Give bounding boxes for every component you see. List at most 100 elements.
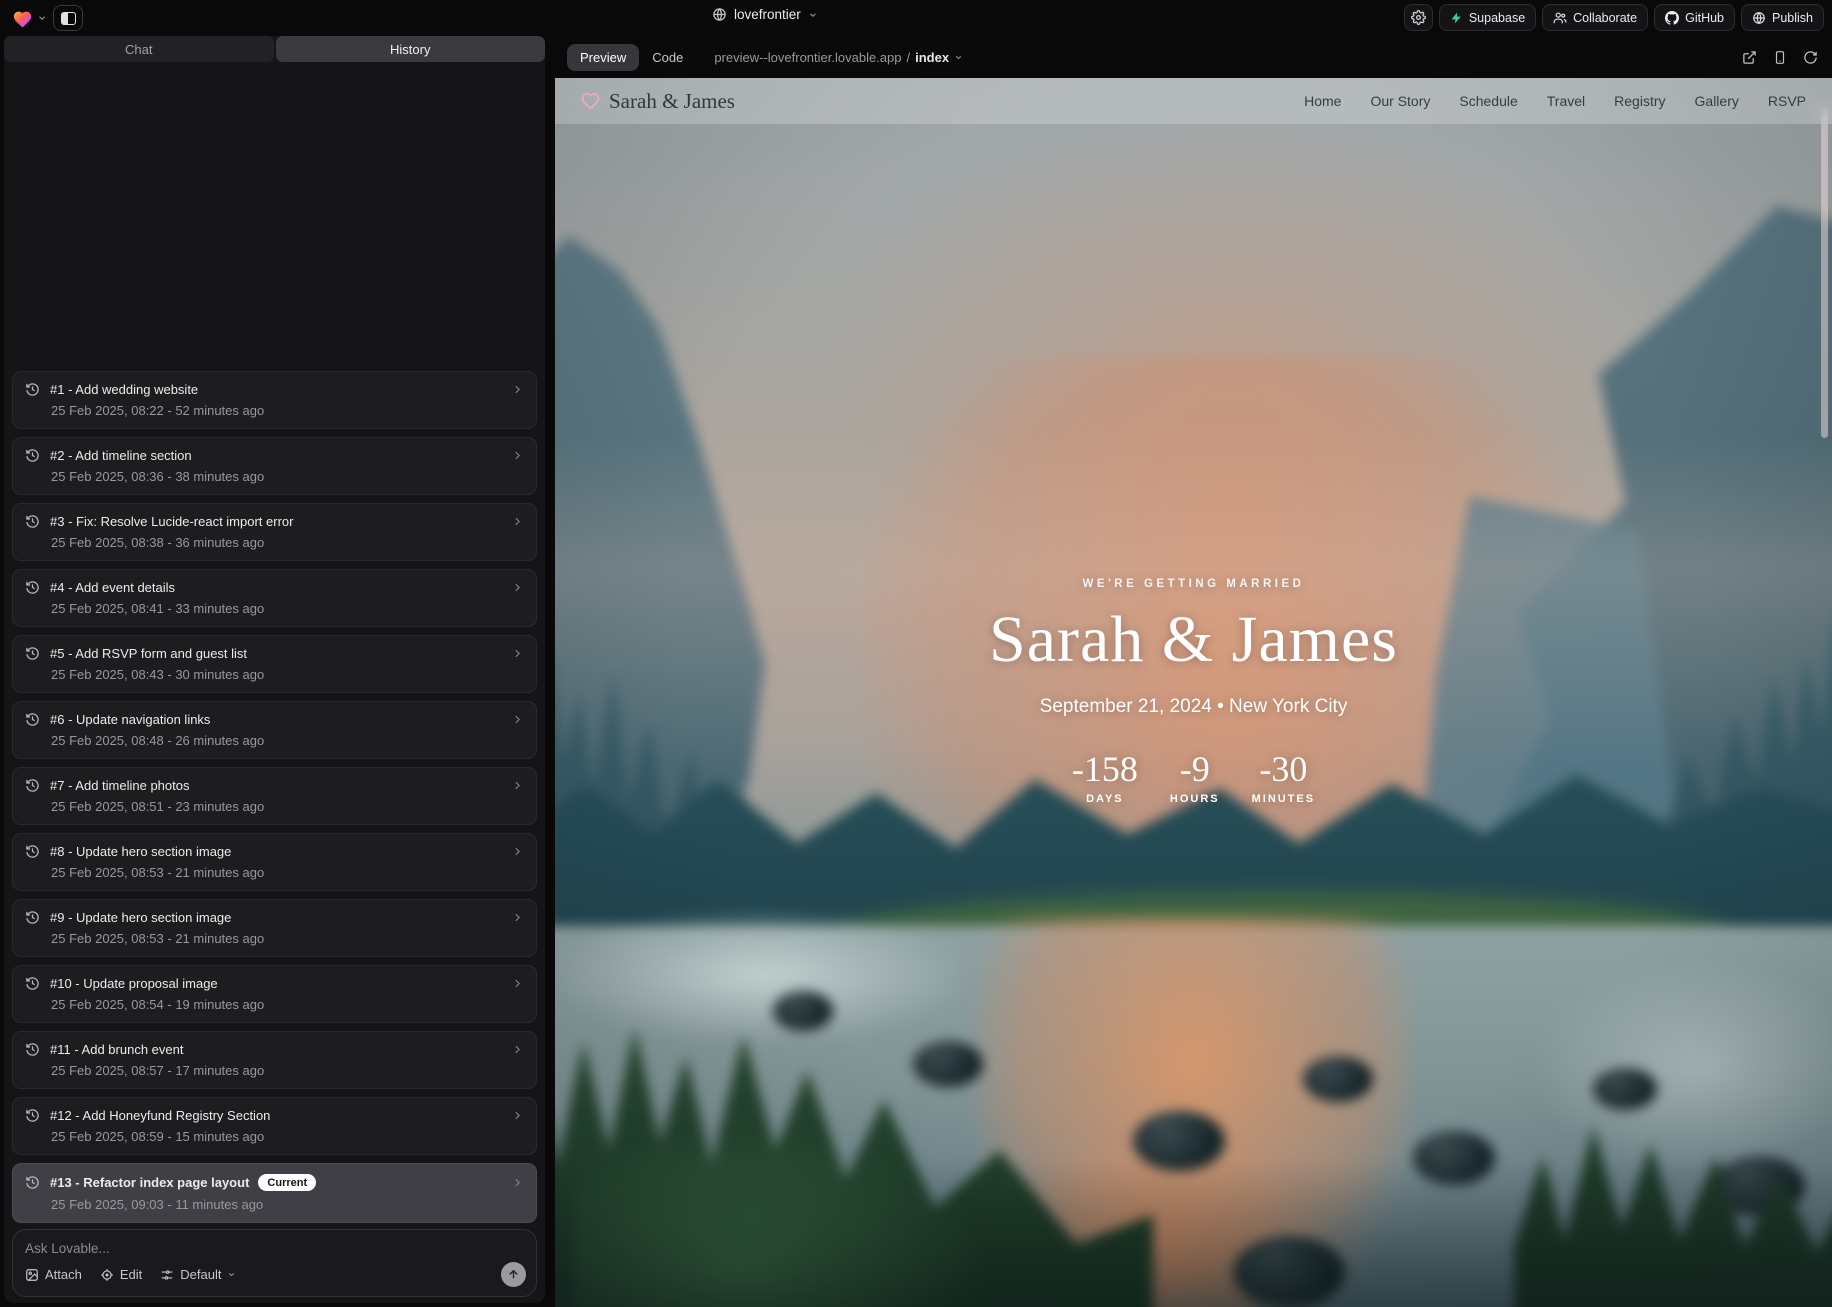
site-nav-rsvp[interactable]: RSVP	[1768, 93, 1806, 109]
history-list-item[interactable]: #7 - Add timeline photos 25 Feb 2025, 08…	[12, 767, 537, 825]
tab-history[interactable]: History	[276, 36, 546, 62]
history-list-item[interactable]: #4 - Add event details 25 Feb 2025, 08:4…	[12, 569, 537, 627]
history-icon	[25, 844, 40, 859]
external-link-icon	[1742, 50, 1757, 65]
preview-scrollbar-thumb[interactable]	[1821, 108, 1828, 438]
history-item-title: #8 - Update hero section image	[50, 844, 231, 859]
history-icon	[25, 382, 40, 397]
hero-date-location: September 21, 2024 • New York City	[555, 696, 1832, 718]
history-icon	[25, 448, 40, 463]
tab-code[interactable]: Code	[639, 44, 696, 71]
history-list-item[interactable]: #1 - Add wedding website 25 Feb 2025, 08…	[12, 371, 537, 429]
image-icon	[25, 1268, 39, 1282]
history-list-item[interactable]: #12 - Add Honeyfund Registry Section 25 …	[12, 1097, 537, 1155]
preview-url[interactable]: preview--lovefrontier.lovable.app / inde…	[714, 50, 963, 65]
history-icon	[25, 1042, 40, 1057]
history-list-item[interactable]: #11 - Add brunch event 25 Feb 2025, 08:5…	[12, 1031, 537, 1089]
site-nav-registry[interactable]: Registry	[1614, 93, 1665, 109]
site-nav-our-story[interactable]: Our Story	[1370, 93, 1430, 109]
supabase-icon	[1450, 11, 1463, 25]
collaborate-button[interactable]: Collaborate	[1542, 4, 1648, 31]
history-item-title: #10 - Update proposal image	[50, 976, 218, 991]
history-icon	[25, 1108, 40, 1123]
mode-selector[interactable]: Default	[160, 1267, 236, 1282]
supabase-button[interactable]: Supabase	[1439, 4, 1536, 31]
history-item-timestamp: 25 Feb 2025, 08:36 - 38 minutes ago	[51, 469, 524, 484]
site-header: Sarah & James Home Our Story Schedule Trave…	[555, 78, 1832, 124]
history-list-item[interactable]: #10 - Update proposal image 25 Feb 2025,…	[12, 965, 537, 1023]
open-external-button[interactable]	[1742, 50, 1757, 65]
top-bar: lovefrontier Supabase Collaborate	[0, 0, 1832, 36]
refresh-button[interactable]	[1803, 50, 1818, 65]
history-list-item[interactable]: #3 - Fix: Resolve Lucide-react import er…	[12, 503, 537, 561]
countdown-label: DAYS	[1072, 793, 1138, 805]
history-item-timestamp: 25 Feb 2025, 08:53 - 21 minutes ago	[51, 865, 524, 880]
lovable-logo-button[interactable]	[12, 9, 47, 28]
tab-chat[interactable]: Chat	[4, 36, 274, 62]
sidebar-toggle-button[interactable]	[53, 5, 83, 31]
send-button[interactable]	[501, 1262, 526, 1287]
site-preview-frame: Sarah & James Home Our Story Schedule Trave…	[555, 78, 1832, 1307]
lovable-heart-icon	[12, 9, 33, 28]
gear-icon	[1411, 10, 1426, 25]
history-list-item[interactable]: #5 - Add RSVP form and guest list 25 Feb…	[12, 635, 537, 693]
chevron-right-icon	[511, 713, 524, 726]
history-item-timestamp: 25 Feb 2025, 08:43 - 30 minutes ago	[51, 667, 524, 682]
chevron-right-icon	[511, 779, 524, 792]
history-item-title: #3 - Fix: Resolve Lucide-react import er…	[50, 514, 293, 529]
attach-label: Attach	[45, 1267, 82, 1282]
history-icon	[25, 646, 40, 661]
countdown-value: -9	[1170, 748, 1220, 790]
chevron-right-icon	[511, 845, 524, 858]
chevron-down-icon	[954, 53, 963, 62]
chevron-right-icon	[511, 1043, 524, 1056]
site-logo[interactable]: Sarah & James	[581, 89, 735, 114]
history-list: #1 - Add wedding website 25 Feb 2025, 08…	[12, 371, 537, 1223]
chevron-right-icon	[511, 911, 524, 924]
globe-icon	[1752, 11, 1766, 25]
chevron-right-icon	[511, 1109, 524, 1122]
attach-button[interactable]: Attach	[25, 1267, 82, 1282]
history-list-item[interactable]: #9 - Update hero section image 25 Feb 20…	[12, 899, 537, 957]
history-item-timestamp: 25 Feb 2025, 08:51 - 23 minutes ago	[51, 799, 524, 814]
chevron-down-icon	[227, 1270, 236, 1279]
sidebar-tabs: Chat History	[4, 36, 545, 62]
history-item-title: #6 - Update navigation links	[50, 712, 210, 727]
publish-button[interactable]: Publish	[1741, 4, 1824, 31]
preview-toolbar: Preview Code preview--lovefrontier.lovab…	[553, 36, 1832, 78]
ask-lovable-input[interactable]	[25, 1241, 374, 1256]
history-icon	[25, 514, 40, 529]
github-button[interactable]: GitHub	[1654, 4, 1735, 31]
chevron-right-icon	[511, 647, 524, 660]
history-item-timestamp: 25 Feb 2025, 08:41 - 33 minutes ago	[51, 601, 524, 616]
countdown-item: -30 MINUTES	[1252, 748, 1316, 805]
mobile-view-button[interactable]	[1773, 50, 1787, 65]
history-item-title: #11 - Add brunch event	[50, 1042, 183, 1057]
composer: Attach Edit Default	[12, 1229, 537, 1297]
project-selector[interactable]: lovefrontier	[712, 7, 818, 22]
chevron-down-icon	[37, 13, 47, 23]
history-item-title: #4 - Add event details	[50, 580, 175, 595]
history-list-item[interactable]: #8 - Update hero section image 25 Feb 20…	[12, 833, 537, 891]
edit-button[interactable]: Edit	[100, 1267, 142, 1282]
site-nav-home[interactable]: Home	[1304, 93, 1341, 109]
globe-icon	[712, 7, 727, 22]
site-nav: Home Our Story Schedule Travel Registry Galle…	[1304, 93, 1806, 109]
site-nav-travel[interactable]: Travel	[1547, 93, 1585, 109]
chevron-right-icon	[511, 383, 524, 396]
users-icon	[1553, 11, 1567, 25]
tab-preview[interactable]: Preview	[567, 44, 639, 71]
site-nav-schedule[interactable]: Schedule	[1459, 93, 1517, 109]
history-list-item[interactable]: #2 - Add timeline section 25 Feb 2025, 0…	[12, 437, 537, 495]
panel-left-icon	[61, 12, 76, 25]
site-nav-gallery[interactable]: Gallery	[1695, 93, 1739, 109]
history-item-timestamp: 25 Feb 2025, 08:57 - 17 minutes ago	[51, 1063, 524, 1078]
history-item-title: #7 - Add timeline photos	[50, 778, 189, 793]
preview-url-path: index	[915, 50, 949, 65]
chevron-right-icon	[511, 1176, 524, 1189]
history-list-item[interactable]: #6 - Update navigation links 25 Feb 2025…	[12, 701, 537, 759]
history-item-title: #1 - Add wedding website	[50, 382, 198, 397]
history-icon	[25, 910, 40, 925]
history-list-item[interactable]: #13 - Refactor index page layout Current…	[12, 1163, 537, 1223]
settings-button[interactable]	[1404, 4, 1433, 31]
